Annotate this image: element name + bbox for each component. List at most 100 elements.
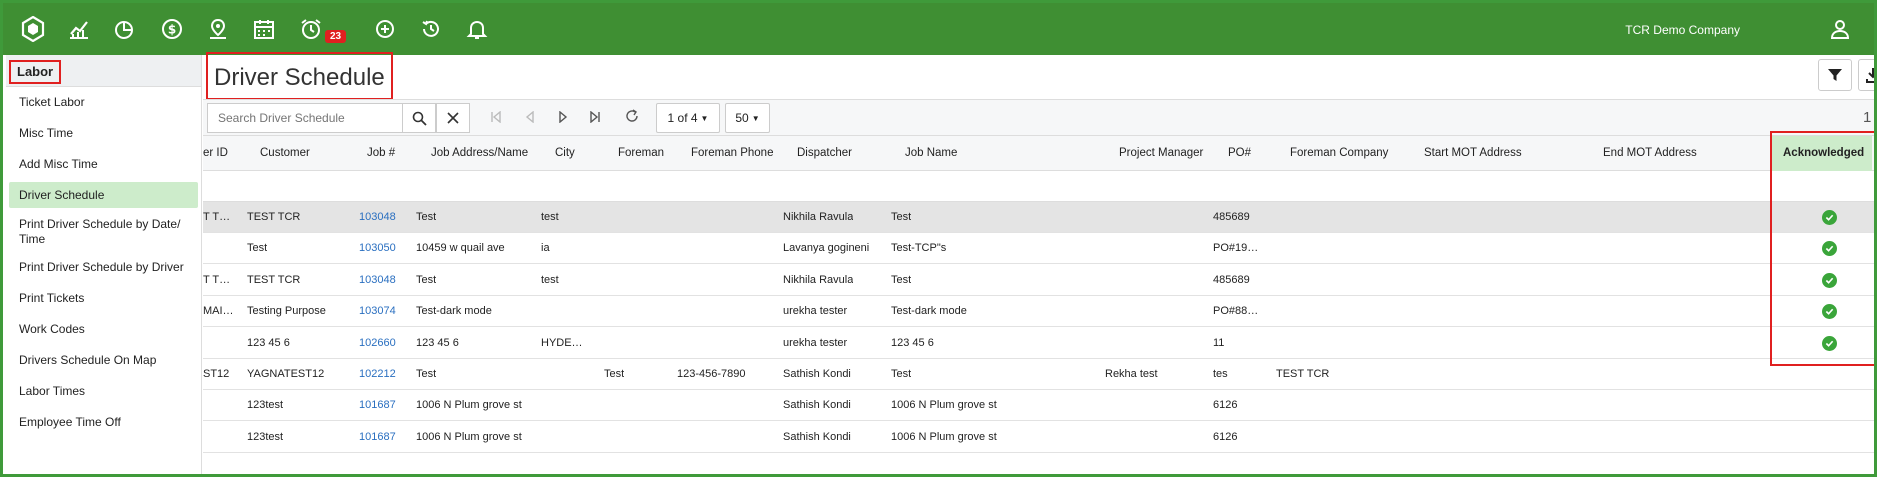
cell-po: 485689	[1213, 273, 1250, 286]
alarm-clock-icon[interactable]	[297, 15, 325, 43]
table-row[interactable]: 123 45 6 102660 123 45 6 HYDE… urekha tester…	[203, 327, 1874, 359]
column-header-job-name[interactable]: Job Name	[905, 147, 957, 159]
column-header-dispatcher[interactable]: Dispatcher	[797, 147, 852, 159]
cell-foreman: Test	[604, 368, 625, 380]
column-header-po[interactable]: PO#	[1228, 147, 1251, 159]
sidebar-title: Labor	[9, 60, 62, 84]
search-button[interactable]	[402, 103, 436, 133]
table-row[interactable]: ST12 YAGNATEST12 102212 Test Test 123-456-789…	[203, 359, 1874, 390]
column-header-driver-id[interactable]: er ID	[203, 147, 228, 159]
cell-po: PO#88…	[1213, 305, 1259, 318]
cell-job-number[interactable]: 101687	[359, 431, 396, 443]
sidebar-item[interactable]: Print Driver Schedule by Driver	[6, 252, 201, 283]
table-row[interactable]: Test 103050 10459 w quail ave ia Lavanya gog…	[203, 233, 1874, 265]
column-header-job-address[interactable]: Job Address/Name	[431, 147, 528, 159]
grid-filter-row	[203, 171, 1874, 202]
table-row[interactable]: MAI… Testing Purpose 103074 Test-dark mode u…	[203, 296, 1874, 328]
bell-icon[interactable]	[463, 15, 491, 43]
sidebar-item[interactable]: Print Tickets	[6, 283, 201, 314]
sidebar-item[interactable]: Labor Times	[6, 376, 201, 407]
cell-job-number[interactable]: 102660	[359, 337, 396, 349]
column-header-city[interactable]: City	[555, 147, 575, 159]
column-header-foreman-company[interactable]: Foreman Company	[1290, 147, 1388, 159]
cell-job-address: 1006 N Plum grove st	[416, 399, 522, 412]
last-page-icon[interactable]	[589, 110, 601, 126]
first-page-icon[interactable]	[490, 110, 502, 126]
cell-city: ia	[541, 242, 550, 255]
next-page-icon[interactable]	[557, 110, 569, 126]
sidebar-item[interactable]: Misc Time	[6, 118, 201, 149]
check-circle-icon	[1822, 241, 1837, 257]
plus-circle-icon[interactable]	[371, 15, 399, 43]
column-header-start-mot-address[interactable]: Start MOT Address	[1424, 147, 1522, 159]
column-header-foreman-phone[interactable]: Foreman Phone	[691, 147, 773, 159]
cell-city: test	[541, 211, 559, 223]
column-header-customer[interactable]: Customer	[260, 147, 310, 159]
cell-customer: Testing Purpose	[247, 305, 326, 318]
previous-page-icon[interactable]	[524, 110, 536, 126]
cell-customer: 123 45 6	[247, 336, 290, 349]
sidebar-item[interactable]: Print Driver Schedule by Date/ Time	[6, 211, 201, 252]
table-row[interactable]: T T… TEST TCR 103048 Test test Nikhila Ravula…	[203, 202, 1874, 233]
cell-city: HYDE…	[541, 336, 583, 349]
dollar-icon[interactable]: $	[158, 15, 186, 43]
cell-driver-id: T T…	[203, 211, 231, 223]
column-header-end-mot-address[interactable]: End MOT Address	[1603, 147, 1697, 159]
cell-job-number[interactable]: 103048	[359, 274, 396, 286]
cell-po: 485689	[1213, 211, 1250, 223]
cell-job-number[interactable]: 101687	[359, 399, 396, 411]
pie-chart-icon[interactable]	[110, 15, 138, 43]
hexagon-logo-icon[interactable]	[19, 15, 47, 43]
cell-customer: 123test	[247, 430, 284, 443]
grid-header-row: er ID Customer Job # Job Address/Name Ci…	[203, 136, 1874, 171]
cell-dispatcher: Sathish Kondi	[783, 399, 851, 412]
history-icon[interactable]	[417, 15, 445, 43]
table-row[interactable]: 123test 101687 1006 N Plum grove st Sathish…	[203, 421, 1874, 453]
sidebar-item[interactable]: Employee Time Off	[6, 407, 201, 438]
sidebar-item[interactable]: Driver Schedule	[9, 182, 198, 208]
company-name[interactable]: TCR Demo Company	[1625, 23, 1740, 37]
location-icon[interactable]	[204, 15, 232, 43]
sidebar-item[interactable]: Ticket Labor	[6, 87, 201, 118]
table-row[interactable]: T T… TEST TCR 103048 Test test Nikhila Ravula…	[203, 264, 1874, 296]
cell-dispatcher: Sathish Kondi	[783, 430, 851, 443]
sidebar-item[interactable]: Add Misc Time	[6, 149, 201, 180]
page-select-value: 1 of 4	[667, 111, 698, 125]
filter-button[interactable]	[1818, 59, 1852, 91]
cell-dispatcher: Sathish Kondi	[783, 368, 851, 380]
caret-down-icon: ▼	[700, 113, 709, 123]
calendar-icon[interactable]	[250, 15, 278, 43]
cell-job-number[interactable]: 102212	[359, 368, 396, 380]
cell-project-manager: Rekha test	[1105, 368, 1158, 380]
cell-job-number[interactable]: 103074	[359, 305, 396, 317]
record-count: 1	[1863, 109, 1872, 126]
column-header-job-number[interactable]: Job #	[367, 147, 395, 159]
table-row[interactable]: 123test 101687 1006 N Plum grove st Sathish…	[203, 390, 1874, 422]
search-input[interactable]	[207, 103, 403, 133]
cell-job-address: Test	[416, 211, 437, 223]
cell-foreman-company: TEST TCR	[1276, 368, 1330, 380]
cell-job-name: Test	[891, 273, 912, 286]
cell-city: test	[541, 273, 559, 286]
page-title: Driver Schedule	[214, 64, 385, 91]
cell-job-number[interactable]: 103050	[359, 242, 396, 254]
filter-icon	[1828, 69, 1842, 81]
page-select-dropdown[interactable]: 1 of 4 ▼	[656, 103, 720, 133]
sidebar-item[interactable]: Drivers Schedule On Map	[6, 345, 201, 376]
page-title-box: Driver Schedule	[206, 52, 393, 100]
sidebar-item[interactable]: Work Codes	[6, 314, 201, 345]
alarm-badge: 23	[325, 30, 347, 43]
refresh-icon[interactable]	[625, 109, 639, 126]
cell-job-name: 1006 N Plum grove st	[891, 430, 997, 443]
column-header-foreman[interactable]: Foreman	[618, 147, 664, 159]
chart-icon[interactable]	[65, 15, 93, 43]
user-icon[interactable]	[1826, 15, 1854, 43]
page-size-dropdown[interactable]: 50 ▼	[725, 103, 770, 133]
cell-job-number[interactable]: 103048	[359, 211, 396, 223]
download-button[interactable]	[1858, 59, 1874, 91]
cell-po: PO#19…	[1213, 242, 1259, 255]
column-header-acknowledged[interactable]: Acknowledged	[1783, 147, 1864, 159]
check-circle-icon	[1822, 272, 1837, 288]
clear-search-button[interactable]	[436, 103, 470, 133]
column-header-project-manager[interactable]: Project Manager	[1119, 147, 1203, 159]
